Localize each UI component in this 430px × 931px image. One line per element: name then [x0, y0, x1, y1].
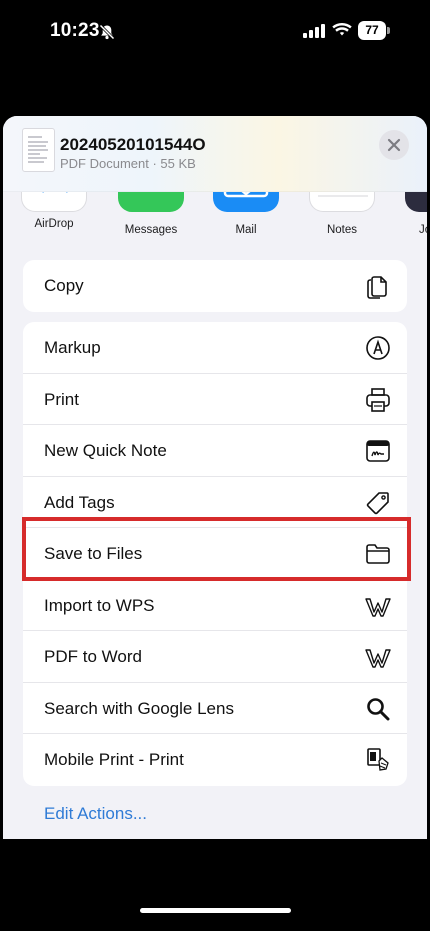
quick-note-icon — [366, 440, 390, 462]
action-label: Mobile Print - Print — [44, 750, 184, 769]
close-button[interactable] — [379, 130, 409, 160]
action-label: Add Tags — [44, 492, 115, 512]
share-sheet: 20240520101544O PDF Document · 55 KB Air… — [3, 116, 427, 839]
action-label: Search with Google Lens — [44, 698, 234, 718]
wifi-icon — [332, 22, 352, 36]
action-markup[interactable]: Markup — [23, 322, 407, 374]
battery-level: 77 — [358, 21, 386, 40]
bell-slash-icon — [99, 24, 115, 40]
battery-icon: 77 — [358, 21, 390, 40]
app-label-airdrop: AirDrop — [34, 218, 74, 230]
mobile-print-icon — [367, 748, 389, 771]
wps-icon — [365, 649, 391, 668]
highlight-box — [22, 517, 411, 581]
app-label-notes: Notes — [326, 224, 358, 236]
action-search-with-google-lens[interactable]: Search with Google Lens — [23, 683, 407, 734]
tag-icon — [366, 491, 389, 514]
document-thumbnail — [22, 128, 55, 172]
action-print[interactable]: Print — [23, 374, 407, 425]
action-mobile-print[interactable]: Mobile Print - Print — [23, 734, 407, 786]
action-label: Markup — [44, 338, 101, 357]
edit-actions-link[interactable]: Edit Actions... — [44, 804, 147, 824]
home-indicator[interactable] — [140, 908, 291, 913]
status-time: 10:23 — [50, 20, 100, 41]
action-new-quick-note[interactable]: New Quick Note — [23, 425, 407, 477]
action-copy[interactable]: Copy — [23, 260, 407, 312]
app-label-messages: Messages — [124, 224, 178, 236]
copy-action-group: Copy — [23, 260, 407, 312]
action-pdf-to-word[interactable]: PDF to Word — [23, 631, 407, 683]
cellular-signal-icon — [303, 24, 325, 38]
copy-icon — [367, 276, 387, 299]
wps-icon — [365, 597, 391, 617]
status-bar: 10:23 77 — [0, 0, 430, 64]
search-icon — [367, 697, 390, 720]
printer-icon — [366, 387, 390, 412]
action-label: Print — [44, 389, 79, 409]
action-label: PDF to Word — [44, 647, 142, 666]
document-title: 20240520101544O — [60, 135, 206, 154]
close-icon — [387, 138, 401, 152]
app-label-mail: Mail — [235, 224, 257, 236]
action-import-to-wps[interactable]: Import to WPS — [23, 580, 407, 631]
markup-icon — [366, 336, 390, 360]
action-label: Import to WPS — [44, 595, 155, 615]
app-label-jo: Jo — [419, 224, 427, 236]
document-subtitle: PDF Document · 55 KB — [60, 156, 196, 171]
action-label: New Quick Note — [44, 441, 167, 460]
action-label: Copy — [44, 276, 84, 295]
share-sheet-header: 20240520101544O PDF Document · 55 KB — [3, 116, 427, 192]
